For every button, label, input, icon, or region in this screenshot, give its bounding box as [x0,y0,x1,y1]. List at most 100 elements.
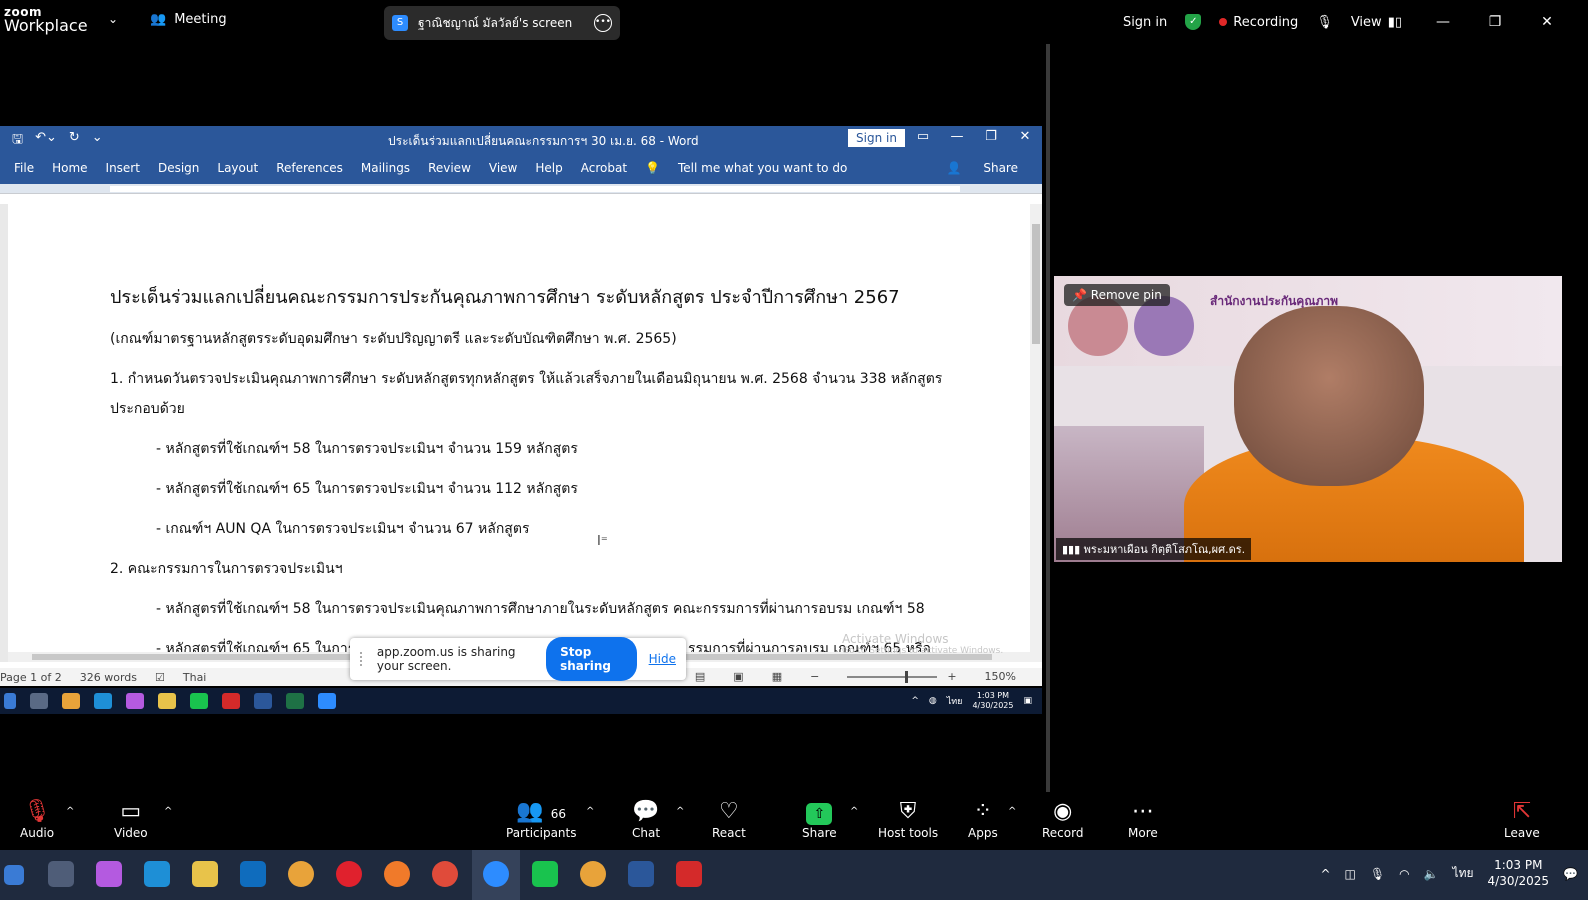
speaker-icon[interactable]: 🔈 [1424,867,1439,881]
word-title-bar: 🖫 ↶⌄ ↻ ⌄ ประเด็นร่วมแลกเปลี่ยนคณะกรรมการ… [0,126,1042,152]
tab-help[interactable]: Help [535,161,562,175]
language-indicator[interactable]: Thai [183,671,207,684]
hide-link[interactable]: Hide [649,652,676,666]
windows-start-icon[interactable] [4,865,24,885]
word-share-button[interactable]: 👤 Share [933,161,1022,175]
tab-file[interactable]: File [14,161,34,175]
panel-divider[interactable] [1046,44,1050,792]
more-label: More [1128,826,1158,840]
zoom-icon[interactable] [483,861,509,887]
vertical-scrollbar[interactable] [1030,204,1042,662]
tell-me-box[interactable]: Tell me what you want to do [678,161,847,175]
read-mode-icon[interactable]: ▤ [695,670,705,683]
firefox-icon[interactable] [384,861,410,887]
file-explorer-icon[interactable] [192,861,218,887]
edge-icon[interactable] [144,861,170,887]
zoom-level[interactable]: 150% [985,670,1016,683]
microphone-muted-icon: 🎙 [23,799,52,824]
tab-mailings[interactable]: Mailings [361,161,410,175]
tab-design[interactable]: Design [158,161,199,175]
chat-options-caret[interactable]: ^ [676,806,684,817]
leave-button[interactable]: ⇱ Leave [1504,798,1540,840]
word-restore-icon[interactable]: ❐ [974,129,1008,144]
stop-sharing-button[interactable]: Stop sharing [546,637,637,681]
restore-icon[interactable]: ❐ [1472,14,1518,30]
task-view-icon[interactable] [48,861,74,887]
document-canvas[interactable]: ประเด็นร่วมแลกเปลี่ยนคณะกรรมการประกันคุณ… [0,204,1042,662]
tab-layout[interactable]: Layout [217,161,258,175]
camera-icon[interactable]: ◫ [1345,867,1356,881]
undo-icon[interactable]: ↶⌄ [35,130,57,152]
minimize-icon[interactable]: — [1420,14,1466,30]
tab-view[interactable]: View [489,161,517,175]
sign-in-link[interactable]: Sign in [1123,15,1167,30]
video-button[interactable]: ▭ Video [114,798,148,840]
wifi-icon[interactable]: ◠ [1399,867,1409,881]
page-count[interactable]: Page 1 of 2 [0,671,62,684]
app-icon[interactable] [432,861,458,887]
record-button[interactable]: ◉ Record [1042,798,1083,840]
print-layout-icon[interactable]: ▣ [733,670,743,683]
horizontal-ruler[interactable] [0,184,1042,194]
share-screen-icon: ⇧ [802,798,837,826]
word-minimize-icon[interactable]: — [940,129,974,144]
more-options-icon[interactable]: ••• [594,14,612,32]
share-options-caret[interactable]: ^ [850,806,858,817]
microphone-status[interactable]: 🎙 [1316,15,1333,30]
zoom-out-icon[interactable]: − [810,670,819,683]
video-tile[interactable]: สำนักงานประกันคุณภาพ 📌 Remove pin ▮▮▮ พร… [1054,276,1562,562]
zoom-slider[interactable] [847,670,938,683]
drag-handle[interactable] [360,652,365,666]
tab-insert[interactable]: Insert [106,161,140,175]
tab-acrobat[interactable]: Acrobat [581,161,627,175]
security-shield[interactable]: ✓ [1185,14,1202,30]
word-icon[interactable] [628,861,654,887]
zoom-in-icon[interactable]: + [947,670,956,683]
host-tools-button[interactable]: ⛨ Host tools [878,798,938,840]
participants-options-caret[interactable]: ^ [586,806,594,817]
microphone-icon[interactable]: 🎙 [1370,867,1385,881]
remove-pin-button[interactable]: 📌 Remove pin [1064,284,1170,306]
redo-icon[interactable]: ↻ [69,130,80,152]
proofing-icon[interactable]: ☑ [155,671,165,684]
more-button[interactable]: ⋯ More [1128,798,1158,840]
word-count[interactable]: 326 words [80,671,137,684]
customize-icon[interactable]: ⌄ [92,130,103,152]
audio-options-caret[interactable]: ^ [66,806,74,817]
view-menu[interactable]: View ▮▯ [1351,15,1402,30]
ribbon-display-icon[interactable]: ▭ [906,129,940,144]
line-icon[interactable] [532,861,558,887]
tray-chevron-icon[interactable]: ^ [1320,867,1330,881]
recording-indicator[interactable]: Recording [1219,15,1298,30]
close-icon[interactable]: ✕ [1524,14,1570,30]
chat-button[interactable]: 💬 Chat [632,798,660,840]
meeting-menu[interactable]: 👥 Meeting [150,12,227,27]
video-options-caret[interactable]: ^ [164,806,172,817]
save-icon[interactable]: 🖫 [12,130,23,152]
chrome-icon[interactable] [288,861,314,887]
apps-icon: ⁘ [973,799,993,824]
chevron-down-icon[interactable]: ⌄ [108,12,118,26]
react-button[interactable]: ♡ React [712,798,746,840]
tab-review[interactable]: Review [428,161,471,175]
recording-label: Recording [1233,14,1299,30]
copilot-icon[interactable] [96,861,122,887]
word-close-icon[interactable]: ✕ [1008,129,1042,144]
opera-icon[interactable] [336,861,362,887]
participants-button[interactable]: 👥 66 Participants [506,798,577,840]
system-clock[interactable]: 1:03 PM 4/30/2025 [1488,858,1550,889]
audio-button[interactable]: 🎙 Audio [20,798,54,840]
share-screen-pill[interactable]: S ฐาณิชญาณ์ มัลวัลย์'s screen ••• [384,6,620,40]
share-button[interactable]: ⇧ Share [802,798,837,840]
tab-home[interactable]: Home [52,161,87,175]
input-language[interactable]: ไทย [1453,864,1474,883]
word-sign-in-button[interactable]: Sign in [848,129,905,147]
outlook-icon[interactable] [240,861,266,887]
chrome-profile-icon[interactable] [580,861,606,887]
web-layout-icon[interactable]: ▦ [772,670,782,683]
acrobat-icon[interactable] [676,861,702,887]
apps-options-caret[interactable]: ^ [1008,806,1016,817]
tab-references[interactable]: References [276,161,343,175]
notifications-icon[interactable]: 💬 [1563,867,1578,881]
apps-button[interactable]: ⁘ Apps [968,798,998,840]
